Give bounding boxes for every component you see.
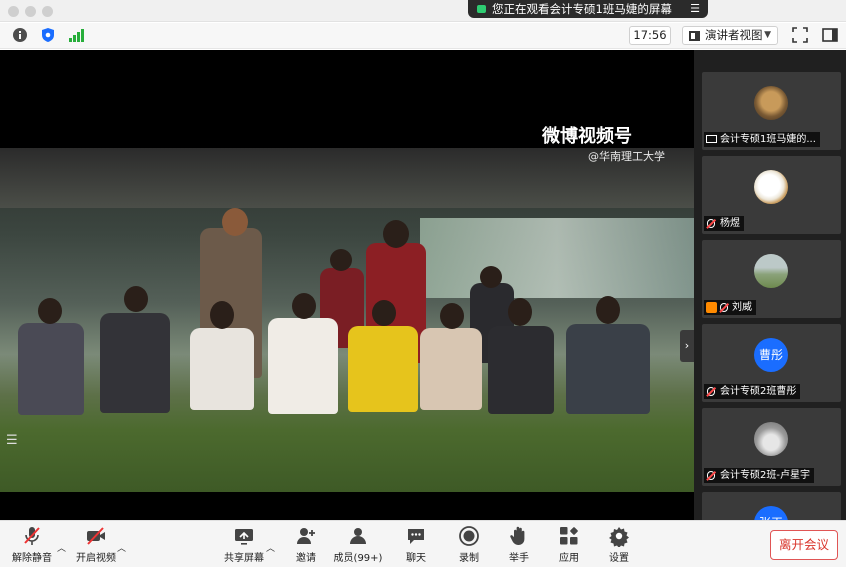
share-screen-button[interactable]: 共享屏幕: [216, 525, 272, 565]
audio-options-chevron-icon[interactable]: ︿: [57, 541, 66, 554]
weibo-watermark: 微博视频号: [542, 126, 632, 147]
title-bar: 您正在观看会计专硕1班马婕的屏幕 ☰: [0, 0, 846, 22]
record-button[interactable]: 录制: [441, 525, 497, 565]
info-icon[interactable]: [12, 27, 28, 43]
participant-avatar: [754, 422, 788, 456]
apps-icon: [560, 527, 578, 545]
meeting-timer: 17:56: [629, 26, 671, 45]
share-banner-text: 您正在观看会计专硕1班马婕的屏幕: [492, 2, 672, 16]
close-window-button[interactable]: [8, 6, 19, 17]
members-button[interactable]: 成员(99+): [330, 525, 386, 565]
person-sitting: [420, 328, 482, 410]
person-head: [222, 208, 248, 236]
person-sitting: [100, 313, 170, 413]
person-head: [480, 266, 502, 288]
person-sitting: [566, 324, 650, 414]
person-head: [596, 296, 620, 324]
participant-avatar: [754, 254, 788, 288]
participant-avatar: [754, 170, 788, 204]
participant-tile[interactable]: 刘威: [702, 240, 841, 318]
participant-name: 会计专硕1班马婕的...: [704, 132, 820, 147]
bottom-toolbar: 解除静音 ︿ 开启视频 ︿ 共享屏幕 ︿ 邀请 成员(99+) 聊天 录制 举手…: [0, 520, 846, 567]
participant-tile[interactable]: 杨煜: [702, 156, 841, 234]
background-building: [420, 218, 694, 298]
security-shield-icon[interactable]: [40, 27, 56, 43]
mic-muted-icon: [24, 527, 40, 545]
fullscreen-icon[interactable]: [792, 27, 808, 43]
list-toggle-icon[interactable]: ☰: [6, 433, 28, 451]
minimize-window-button[interactable]: [25, 6, 36, 17]
members-icon: [350, 528, 366, 544]
person-sitting: [268, 318, 338, 414]
top-toolbar: 17:56 演讲者视图 ▼: [0, 23, 846, 49]
mic-muted-icon: [707, 387, 715, 396]
screen-share-icon: [706, 135, 717, 143]
participant-name: 杨煜: [704, 216, 744, 231]
leave-meeting-button[interactable]: 离开会议: [770, 530, 838, 560]
shared-screen-area: 微博视频号 @华南理工大学 ☰ ›: [0, 50, 694, 520]
apps-button[interactable]: 应用: [541, 525, 597, 565]
settings-button[interactable]: 设置: [591, 525, 647, 565]
sidebar-toggle-icon[interactable]: [822, 27, 838, 43]
mic-muted-icon: [720, 303, 728, 312]
person-head: [38, 298, 62, 324]
chat-button[interactable]: 聊天: [388, 525, 444, 565]
invite-user-icon: [297, 528, 315, 544]
person-head: [292, 293, 316, 319]
panel-collapse-chevron-icon[interactable]: ›: [680, 330, 694, 362]
participant-tile[interactable]: 曹彤 会计专硕2班曹彤: [702, 324, 841, 402]
banner-menu-icon[interactable]: ☰: [690, 0, 700, 18]
share-options-chevron-icon[interactable]: ︿: [266, 541, 275, 554]
participant-avatar-text: 张玉: [754, 506, 788, 520]
raise-hand-button[interactable]: 举手: [491, 525, 547, 565]
person-sitting-yellow: [348, 326, 418, 412]
shared-video-frame: [0, 148, 694, 492]
mic-muted-icon: [707, 219, 715, 228]
participant-avatar: [754, 86, 788, 120]
video-off-icon: [87, 527, 105, 545]
participant-tile[interactable]: 会计专硕1班马婕的...: [702, 72, 841, 150]
start-video-button[interactable]: 开启视频: [68, 525, 124, 565]
participant-name: 会计专硕2班-卢星宇: [704, 468, 814, 483]
mic-muted-icon: [707, 471, 715, 480]
unmute-button[interactable]: 解除静音: [4, 525, 60, 565]
chevron-down-icon: ▼: [764, 30, 771, 40]
signal-strength-icon[interactable]: [68, 27, 84, 43]
gear-icon: [609, 527, 629, 547]
participant-name: 刘威: [704, 300, 756, 315]
user-status-icon: [706, 302, 717, 313]
record-icon: [459, 526, 479, 546]
person-sitting: [488, 326, 554, 414]
person-head: [210, 301, 234, 329]
person-head: [330, 249, 352, 271]
person-head: [372, 300, 396, 326]
person-head: [440, 303, 464, 329]
speaker-view-icon: [689, 31, 700, 41]
participant-name: 会计专硕2班曹彤: [704, 384, 801, 399]
person-head: [124, 286, 148, 312]
zoom-window-button[interactable]: [42, 6, 53, 17]
screen-share-icon: [477, 5, 486, 13]
participant-avatar-text: 曹彤: [754, 338, 788, 372]
video-options-chevron-icon[interactable]: ︿: [117, 541, 126, 554]
share-banner[interactable]: 您正在观看会计专硕1班马婕的屏幕 ☰: [468, 0, 708, 18]
person-head: [508, 298, 532, 326]
invite-button[interactable]: 邀请: [278, 525, 334, 565]
weibo-watermark-handle: @华南理工大学: [588, 150, 665, 163]
raise-hand-icon: [510, 526, 525, 545]
participants-panel: 会计专硕1班马婕的... 杨煜 刘威 曹彤 会计专硕2班曹彤 会计专硕2班-卢星…: [694, 50, 846, 520]
view-label: 演讲者视图: [705, 28, 763, 42]
meeting-window: 您正在观看会计专硕1班马婕的屏幕 ☰ 17:56 演讲者视图 ▼ 微博视频号 @…: [0, 0, 846, 567]
participant-tile[interactable]: 张玉: [702, 492, 841, 520]
person-sitting: [190, 328, 254, 410]
person-sitting: [18, 323, 84, 415]
speaker-view-dropdown[interactable]: 演讲者视图 ▼: [682, 26, 778, 45]
person-head: [383, 220, 409, 248]
chat-icon: [408, 529, 424, 544]
participant-tile[interactable]: 会计专硕2班-卢星宇: [702, 408, 841, 486]
share-screen-icon: [235, 529, 253, 545]
